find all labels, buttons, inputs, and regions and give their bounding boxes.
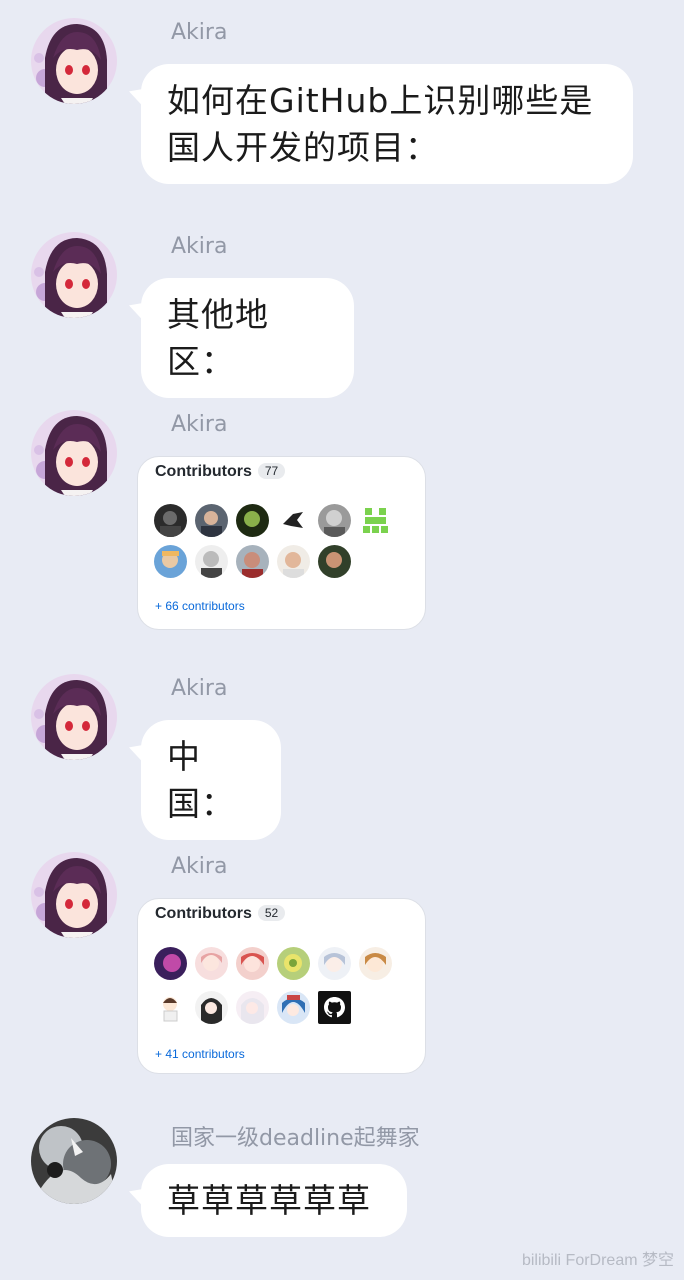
contributor-avatar[interactable] xyxy=(359,947,392,980)
github-octocat-icon[interactable] xyxy=(318,991,351,1024)
message-bubble[interactable]: 中国： xyxy=(141,720,281,840)
message-bubble[interactable]: 草草草草草草 xyxy=(141,1164,407,1237)
contributors-row xyxy=(154,504,392,537)
card-title: Contributors 77 xyxy=(155,463,286,481)
contributor-avatar[interactable] xyxy=(195,504,228,537)
contributors-count-badge: 77 xyxy=(257,463,286,479)
contributors-row xyxy=(154,947,392,980)
contributor-avatar[interactable] xyxy=(236,545,269,578)
message-bubble[interactable]: 其他地区： xyxy=(141,278,354,398)
contributors-row xyxy=(154,991,351,1024)
watermark: bilibili ForDream 梦空 xyxy=(521,1252,674,1269)
sender-name: Akira xyxy=(171,412,228,437)
chat-view: Akira 如何在GitHub上识别哪些是 国人开发的项目： Akira 其他地… xyxy=(0,0,684,1280)
message-bubble[interactable]: 如何在GitHub上识别哪些是 国人开发的项目： xyxy=(141,64,633,184)
contributor-avatar[interactable] xyxy=(195,545,228,578)
contributor-avatar[interactable] xyxy=(318,545,351,578)
contributors-count-badge: 52 xyxy=(257,905,286,921)
sender-name: Akira xyxy=(171,676,228,701)
contributor-avatar[interactable] xyxy=(236,947,269,980)
sender-name: Akira xyxy=(171,234,228,259)
contributor-avatar[interactable] xyxy=(318,947,351,980)
contributor-avatar[interactable] xyxy=(277,947,310,980)
more-contributors-link[interactable]: + 66 contributors xyxy=(155,599,245,613)
contributor-avatar[interactable] xyxy=(154,991,187,1024)
akira-avatar[interactable] xyxy=(31,674,117,760)
akira-avatar[interactable] xyxy=(31,18,117,104)
contributor-avatar[interactable] xyxy=(154,545,187,578)
contributor-avatar[interactable] xyxy=(236,504,269,537)
akira-avatar[interactable] xyxy=(31,852,117,938)
contributors-card[interactable]: Contributors 77 + 66 contributors xyxy=(137,456,426,630)
contributors-row xyxy=(154,545,351,578)
akira-avatar[interactable] xyxy=(31,410,117,496)
akira-avatar[interactable] xyxy=(31,232,117,318)
sender-name: Akira xyxy=(171,854,228,879)
contributor-avatar[interactable] xyxy=(318,504,351,537)
contributor-avatar[interactable] xyxy=(277,545,310,578)
contributor-avatar[interactable] xyxy=(195,991,228,1024)
sender-name: Akira xyxy=(171,20,228,45)
more-contributors-link[interactable]: + 41 contributors xyxy=(155,1047,245,1061)
user-avatar[interactable] xyxy=(31,1118,117,1204)
contributors-card[interactable]: Contributors 52 + 41 contributors xyxy=(137,898,426,1074)
contributor-avatar[interactable] xyxy=(154,947,187,980)
sender-name: 国家一级deadline起舞家 xyxy=(171,1126,420,1151)
identicon-icon[interactable] xyxy=(359,504,392,537)
contributor-avatar[interactable] xyxy=(236,991,269,1024)
contributor-avatar[interactable] xyxy=(277,504,310,537)
card-title: Contributors 52 xyxy=(155,905,286,923)
contributor-avatar[interactable] xyxy=(195,947,228,980)
contributor-avatar[interactable] xyxy=(277,991,310,1024)
contributor-avatar[interactable] xyxy=(154,504,187,537)
